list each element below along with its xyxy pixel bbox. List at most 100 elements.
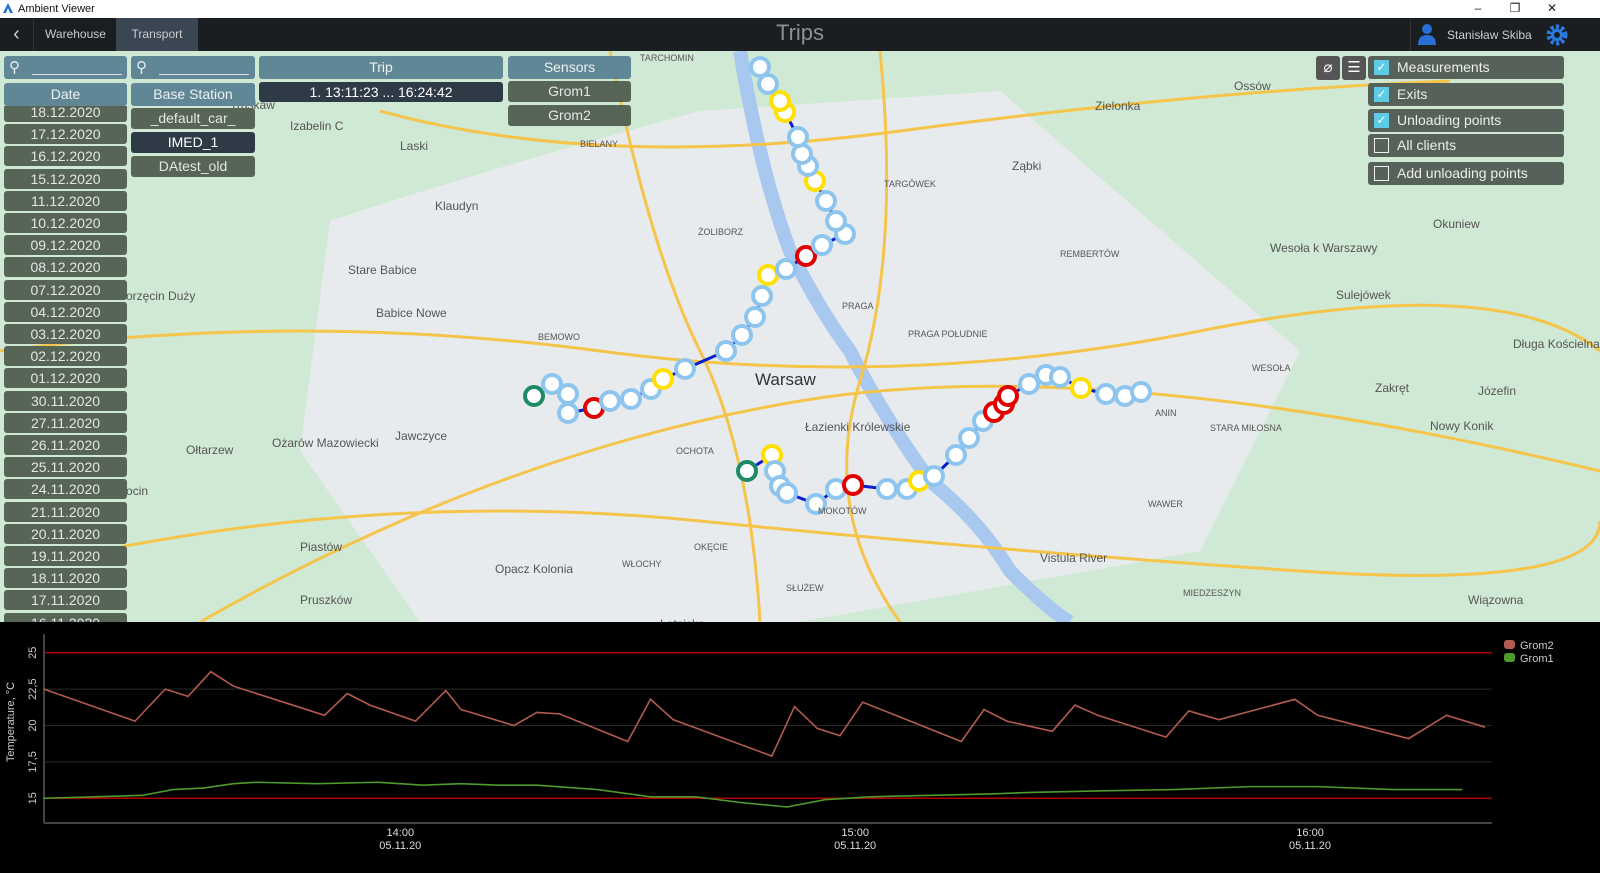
date-item[interactable]: 26.11.2020 <box>4 435 127 455</box>
date-item[interactable]: 25.11.2020 <box>4 457 127 478</box>
date-item[interactable]: 04.12.2020 <box>4 301 127 322</box>
layer-toggle[interactable]: Add unloading points <box>1368 162 1564 185</box>
checkbox[interactable]: ✓ <box>1374 87 1389 102</box>
map-place-label: PRAGA <box>842 301 874 311</box>
y-tick-label: 20 <box>27 719 39 731</box>
sensors-column-header[interactable]: Sensors <box>508 56 631 79</box>
menu-icon: ☰ <box>1347 59 1361 76</box>
map-place-label: BEMOWO <box>538 332 580 342</box>
measurement-marker <box>674 358 696 380</box>
date-item[interactable]: 17.11.2020 <box>4 590 127 611</box>
date-item[interactable]: 16.12.2020 <box>4 146 127 167</box>
layer-toggle[interactable]: ✓ Exits <box>1368 83 1564 106</box>
date-item[interactable]: 02.12.2020 <box>4 346 127 367</box>
date-search-input[interactable] <box>32 59 122 75</box>
station-column-header[interactable]: Base Station <box>131 83 255 106</box>
data-point <box>816 727 819 730</box>
app-logo-icon <box>3 3 13 13</box>
date-item[interactable]: 30.11.2020 <box>4 390 127 411</box>
data-point <box>134 720 136 722</box>
data-point <box>43 797 45 800</box>
date-item[interactable]: 15.12.2020 <box>4 168 127 189</box>
map-place-label: REMBERTÓW <box>1060 249 1120 259</box>
layer-toggle[interactable]: ✓ Unloading points <box>1368 109 1564 132</box>
tab-warehouse[interactable]: Warehouse <box>35 18 116 51</box>
series-line-grom2 <box>43 670 1485 758</box>
x-tick-time: 16:00 <box>1296 827 1324 839</box>
date-item[interactable]: 03.12.2020 <box>4 324 127 344</box>
data-point <box>376 781 379 784</box>
station-search[interactable]: ⚲ <box>131 56 255 79</box>
sensor-item-grom1[interactable]: Grom1 <box>508 81 631 102</box>
measurement-marker <box>731 324 753 346</box>
tab-transport[interactable]: Transport <box>116 18 198 51</box>
date-item[interactable]: 11.12.2020 <box>4 190 127 211</box>
date-list[interactable]: 18.12.2020 17.12.2020 16.12.2020 15.12.2020… <box>4 106 127 622</box>
date-item[interactable]: 16.11.2020 <box>4 612 127 622</box>
trip-column-header[interactable]: Trip <box>259 56 503 79</box>
data-point <box>187 695 189 698</box>
menu-button[interactable]: ☰ <box>1342 56 1366 80</box>
clear-route-button[interactable]: ⌀ <box>1316 56 1340 80</box>
data-point <box>535 784 538 786</box>
trip-item[interactable]: 1. 13:11:23 ... 16:24:42 <box>259 82 503 102</box>
measurement-marker <box>1095 383 1117 405</box>
date-item[interactable]: 07.12.2020 <box>4 279 127 300</box>
data-point <box>596 788 599 791</box>
station-item[interactable]: IMED_1 <box>131 132 255 153</box>
restore-button[interactable]: ❐ <box>1505 1 1525 15</box>
station-item[interactable]: DAtest_old <box>131 156 255 177</box>
checkbox[interactable]: ✓ <box>1374 113 1389 128</box>
minimize-button[interactable]: – <box>1468 1 1488 15</box>
x-tick-date: 05.11.20 <box>379 840 421 852</box>
layer-toggle[interactable]: All clients <box>1368 134 1564 157</box>
layer-toggle[interactable]: ✓ Measurements <box>1368 56 1564 79</box>
date-item[interactable]: 10.12.2020 <box>4 213 127 233</box>
measurement-marker <box>599 390 621 412</box>
data-point <box>861 701 864 704</box>
start-marker <box>736 460 758 482</box>
data-point <box>1165 736 1167 738</box>
date-item[interactable]: 09.12.2020 <box>4 235 127 256</box>
date-item[interactable]: 27.11.2020 <box>4 412 127 433</box>
measurement-marker <box>815 190 837 212</box>
data-point <box>445 689 447 692</box>
date-column-header[interactable]: Date <box>4 83 127 106</box>
sensor-item-grom2[interactable]: Grom2 <box>508 105 631 126</box>
back-button[interactable]: ‹ <box>0 18 34 51</box>
data-point <box>513 724 515 727</box>
close-button[interactable]: ✕ <box>1542 1 1562 15</box>
x-tick-time: 14:00 <box>387 827 415 839</box>
map-place-label: Laski <box>400 139 429 153</box>
date-item[interactable]: 08.12.2020 <box>4 257 127 278</box>
data-point <box>1096 790 1099 792</box>
checkbox[interactable] <box>1374 166 1389 181</box>
data-point <box>1483 726 1486 728</box>
station-search-input[interactable] <box>159 59 249 75</box>
date-item[interactable]: 17.12.2020 <box>4 124 127 145</box>
date-item[interactable]: 18.12.2020 <box>4 106 127 122</box>
date-item[interactable]: 19.11.2020 <box>4 546 127 566</box>
data-point <box>369 704 371 706</box>
date-item[interactable]: 24.11.2020 <box>4 479 127 500</box>
measurement-marker <box>776 482 798 504</box>
checkbox[interactable]: ✓ <box>1374 60 1389 75</box>
date-item[interactable]: 21.11.2020 <box>4 501 127 522</box>
date-search[interactable]: ⚲ <box>4 56 127 79</box>
data-point <box>793 705 796 708</box>
checkbox[interactable] <box>1374 138 1389 153</box>
map-place-label: Opacz Kolonia <box>495 562 574 576</box>
date-item[interactable]: 18.11.2020 <box>4 568 127 589</box>
map-place-label: Piastów <box>300 540 343 554</box>
data-point <box>1172 788 1175 791</box>
data-point <box>869 796 872 798</box>
app-header: ‹ Warehouse Transport Trips Stanisław Sk… <box>0 18 1600 51</box>
measurement-marker <box>923 465 945 487</box>
station-item[interactable]: _default_car_ <box>131 108 255 129</box>
data-point <box>930 794 932 797</box>
date-item[interactable]: 20.11.2020 <box>4 523 127 544</box>
user-menu[interactable]: Stanisław Skiba <box>1410 18 1540 51</box>
gear-icon[interactable] <box>1546 24 1568 46</box>
date-item[interactable]: 01.12.2020 <box>4 368 127 389</box>
map-place-label: Jawczyce <box>395 429 448 443</box>
